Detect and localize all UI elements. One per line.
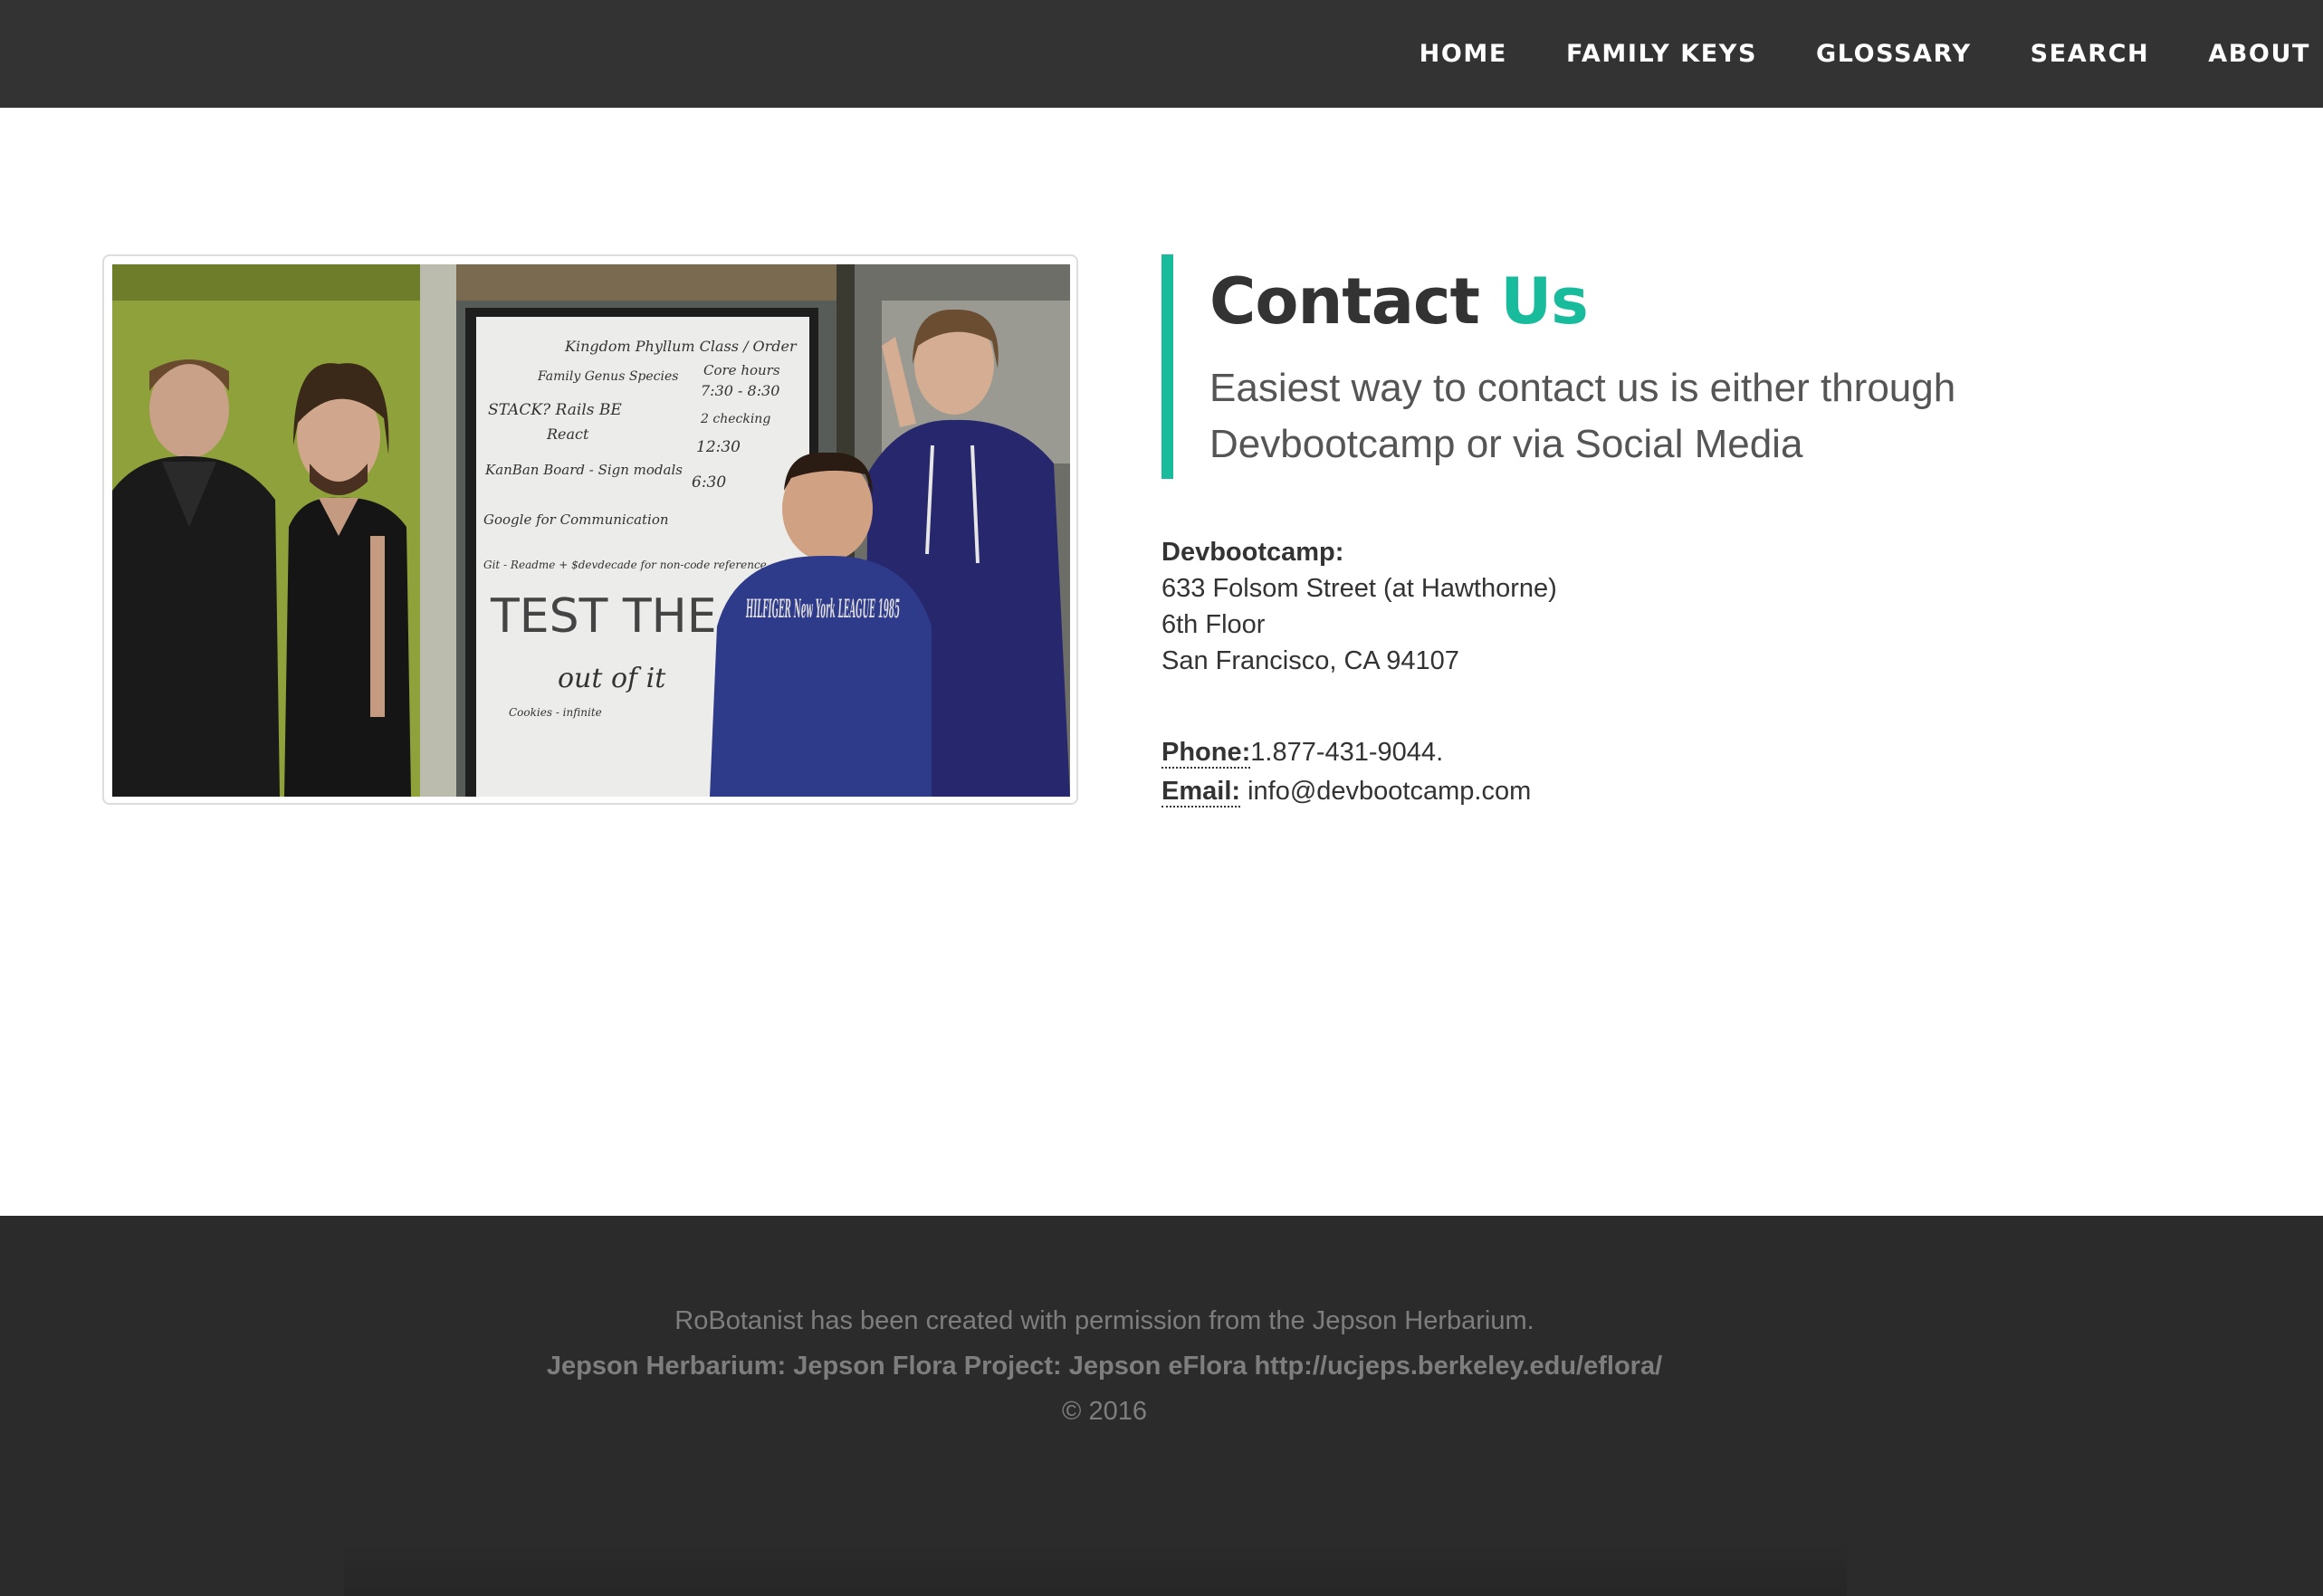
contact-subtitle: Easiest way to contact us is either thro… (1209, 360, 2157, 473)
address-street: 633 Folsom Street (at Hawthorne) (1162, 574, 1557, 603)
address-floor: 6th Floor (1162, 610, 1266, 639)
address-city: San Francisco, CA 94107 (1162, 646, 1459, 675)
phone-label: Phone: (1162, 738, 1251, 769)
footer-line1: RoBotanist has been created with permiss… (674, 1306, 1534, 1335)
team-photo-frame: Kingdom Phyllum Class / Order Family Gen… (102, 254, 1078, 805)
wb-line3: 7:30 - 8:30 (701, 382, 779, 399)
wb-line1: Family Genus Species (537, 369, 678, 384)
wb-line11: Git - Readme + $devdecade for non-code r… (483, 559, 767, 571)
page-title-main: Contact (1209, 264, 1480, 339)
wb-line13: out of it (558, 663, 666, 694)
phone-line: Phone:1.877-431-9044. (1162, 733, 1531, 772)
nav-home-link[interactable]: HOME (1420, 40, 1507, 68)
phone-value: 1.877-431-9044. (1250, 738, 1444, 767)
nav-about-link[interactable]: ABOUT (2208, 40, 2310, 68)
nav-search-link[interactable]: SEARCH (2031, 40, 2150, 68)
wb-line2: Core hours (703, 362, 780, 378)
contact-subtitle-line2: Devbootcamp or via Social Media (1209, 422, 1803, 466)
contact-details: Phone:1.877-431-9044. Email: info@devboo… (1162, 733, 1531, 811)
address-block: Devbootcamp: 633 Folsom Street (at Hawth… (1162, 534, 1557, 679)
wb-line4: STACK? Rails BE (488, 401, 622, 419)
footer-copyright: © 2016 (1062, 1397, 1147, 1426)
footer-line2: Jepson Herbarium: Jepson Flora Project: … (546, 1352, 1663, 1381)
wb-line9: 6:30 (692, 473, 726, 492)
page-title-accent: Us (1500, 264, 1589, 339)
email-value: info@devbootcamp.com (1248, 777, 1532, 806)
page-title: Contact Us (1209, 267, 2157, 337)
wb-line14: Cookies - infinite (509, 706, 602, 719)
nav-glossary-link[interactable]: GLOSSARY (1816, 40, 1972, 68)
wb-line7: 12:30 (696, 438, 741, 456)
wb-line10: Google for Communication (483, 511, 669, 528)
email-line: Email: info@devbootcamp.com (1162, 772, 1531, 811)
wb-line5: React (546, 425, 589, 443)
wb-line8: KanBan Board - Sign modals (484, 462, 683, 478)
footer-text: RoBotanist has been created with permiss… (0, 1298, 2209, 1434)
email-label: Email: (1162, 777, 1241, 808)
hoodie-text: HILFIGER New York LEAGUE 1985 (746, 594, 900, 624)
nav-links: HOME FAMILY KEYS GLOSSARY SEARCH ABOUT (1361, 0, 2323, 108)
contact-subtitle-line1: Easiest way to contact us is either thro… (1209, 366, 1956, 410)
team-photo: Kingdom Phyllum Class / Order Family Gen… (112, 264, 1070, 797)
nav-family-keys-link[interactable]: FAMILY KEYS (1566, 40, 1757, 68)
footer-shade (344, 1544, 1847, 1596)
wb-line6: 2 checking (700, 412, 770, 426)
wb-header: Kingdom Phyllum Class / Order (564, 338, 798, 355)
address-name: Devbootcamp: (1162, 538, 1344, 567)
contact-header-block: Contact Us Easiest way to contact us is … (1162, 254, 2157, 479)
top-navbar: HOME FAMILY KEYS GLOSSARY SEARCH ABOUT (0, 0, 2323, 108)
wb-line12: TEST THE (490, 589, 717, 644)
